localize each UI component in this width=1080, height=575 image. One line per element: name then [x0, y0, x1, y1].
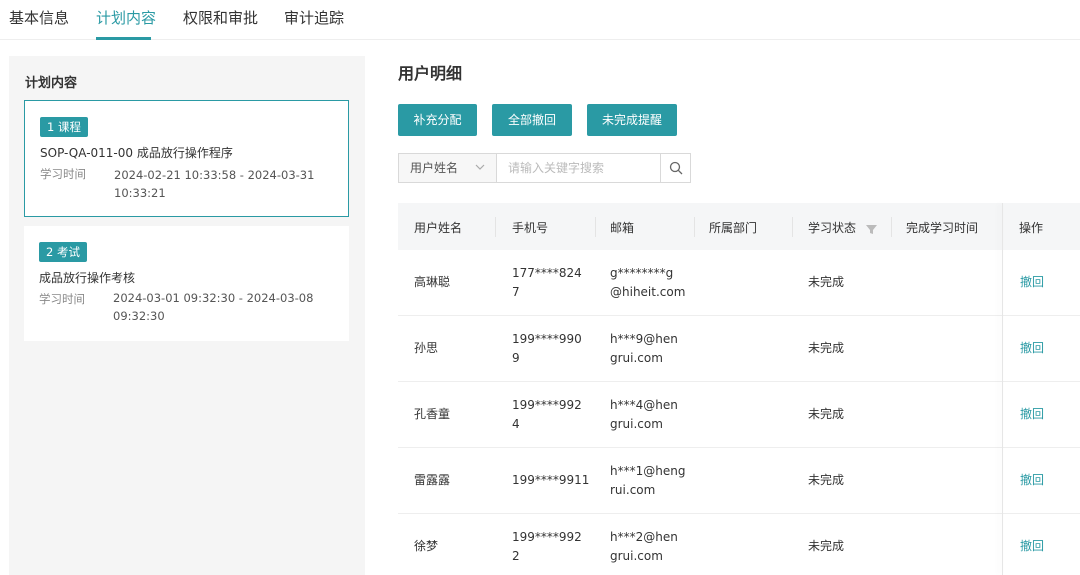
tab-plan-content[interactable]: 计划内容	[96, 7, 156, 28]
column-divider	[595, 217, 596, 237]
cell-status: 未完成	[808, 341, 845, 355]
fixed-column-shadow	[1002, 203, 1003, 575]
table-row: 雷露露 199****9911 h***1@heng rui.com 未完成 撤回	[398, 448, 1080, 514]
cell-email: h***2@hen grui.com	[610, 530, 678, 563]
search-input[interactable]	[496, 153, 661, 183]
revoke-link[interactable]: 撤回	[1020, 405, 1044, 424]
column-header-action: 操作	[1019, 221, 1044, 235]
cell-phone: 199****992 2	[512, 530, 582, 563]
cell-status: 未完成	[808, 539, 845, 553]
panel-title: 计划内容	[25, 76, 78, 91]
tab-audit-trail[interactable]: 审计追踪	[284, 7, 344, 28]
column-header-phone: 手机号	[512, 221, 549, 235]
column-header-completion-time: 完成学习时间	[906, 221, 979, 235]
column-header-status: 学习状态	[808, 221, 857, 235]
revoke-link[interactable]: 撤回	[1020, 273, 1044, 292]
cell-status: 未完成	[808, 275, 845, 289]
study-time-label: 学习时间	[39, 292, 85, 306]
column-header-department: 所属部门	[709, 221, 758, 235]
table-row: 徐梦 199****992 2 h***2@hen grui.com 未完成 撤回	[398, 514, 1080, 575]
exam-badge: 2 考试	[39, 242, 87, 262]
chevron-down-icon	[475, 154, 485, 193]
column-divider	[694, 217, 695, 237]
study-time-value: 2024-02-21 10:33:58 - 2024-03-31 10:33:2…	[114, 168, 315, 200]
column-header-name: 用户姓名	[414, 221, 463, 235]
tab-bar: 基本信息 计划内容 权限和审批 审计追踪	[0, 0, 1080, 40]
supplementary-assign-button[interactable]: 补充分配	[398, 104, 477, 136]
plan-item-course[interactable]: 1 课程 SOP-QA-011-00 成品放行操作程序 学习时间 2024-02…	[24, 100, 349, 217]
cell-email: g********g @hiheit.com	[610, 266, 686, 299]
search-button[interactable]	[660, 153, 691, 183]
cell-status: 未完成	[808, 407, 845, 421]
table-row: 孔香童 199****992 4 h***4@hen grui.com 未完成 撤回	[398, 382, 1080, 448]
search-field-select[interactable]: 用户姓名	[398, 153, 496, 183]
cell-status: 未完成	[808, 473, 845, 487]
revoke-link[interactable]: 撤回	[1020, 537, 1044, 556]
column-divider	[891, 217, 892, 237]
cell-name: 徐梦	[414, 539, 439, 553]
revoke-all-button[interactable]: 全部撤回	[492, 104, 572, 136]
active-tab-indicator	[96, 37, 151, 40]
table-row: 高琳聪 177****824 7 g********g @hiheit.com 未完成…	[398, 250, 1080, 316]
cell-name: 雷露露	[414, 473, 451, 487]
course-badge: 1 课程	[40, 117, 88, 137]
cell-phone: 199****9911	[512, 473, 590, 487]
cell-phone: 177****824 7	[512, 266, 582, 299]
section-title: 用户明细	[398, 64, 463, 83]
revoke-link[interactable]: 撤回	[1020, 471, 1044, 490]
cell-phone: 199****992 4	[512, 398, 582, 431]
incomplete-reminder-button[interactable]: 未完成提醒	[587, 104, 677, 136]
plan-content-panel: 计划内容 1 课程 SOP-QA-011-00 成品放行操作程序 学习时间 20…	[9, 56, 365, 575]
study-time-label: 学习时间	[40, 167, 86, 181]
cell-phone: 199****990 9	[512, 332, 582, 365]
cell-email: h***4@hen grui.com	[610, 398, 678, 431]
tab-basic-info[interactable]: 基本信息	[9, 7, 69, 28]
column-divider	[792, 217, 793, 237]
cell-name: 孙思	[414, 341, 439, 355]
plan-item-exam[interactable]: 2 考试 成品放行操作考核 学习时间 2024-03-01 09:32:30 -…	[24, 226, 349, 341]
column-header-email: 邮箱	[610, 221, 635, 235]
revoke-link[interactable]: 撤回	[1020, 339, 1044, 358]
cell-name: 孔香童	[414, 407, 451, 421]
column-divider	[495, 217, 496, 237]
search-field-label: 用户姓名	[410, 161, 459, 175]
filter-icon[interactable]	[866, 220, 877, 239]
table-header: 用户姓名 手机号 邮箱 所属部门 学习状态 完成学习时间 操作	[398, 203, 1080, 250]
plan-item-name: 成品放行操作考核	[39, 271, 136, 285]
cell-email: h***9@hen grui.com	[610, 332, 678, 365]
table-row: 孙思 199****990 9 h***9@hen grui.com 未完成 撤回	[398, 316, 1080, 382]
search-icon	[669, 161, 683, 175]
cell-email: h***1@heng rui.com	[610, 464, 686, 497]
tab-permissions-approval[interactable]: 权限和审批	[183, 7, 258, 28]
plan-item-name: SOP-QA-011-00 成品放行操作程序	[40, 146, 233, 160]
cell-name: 高琳聪	[414, 275, 451, 289]
study-time-value: 2024-03-01 09:32:30 - 2024-03-08 09:32:3…	[113, 291, 314, 323]
